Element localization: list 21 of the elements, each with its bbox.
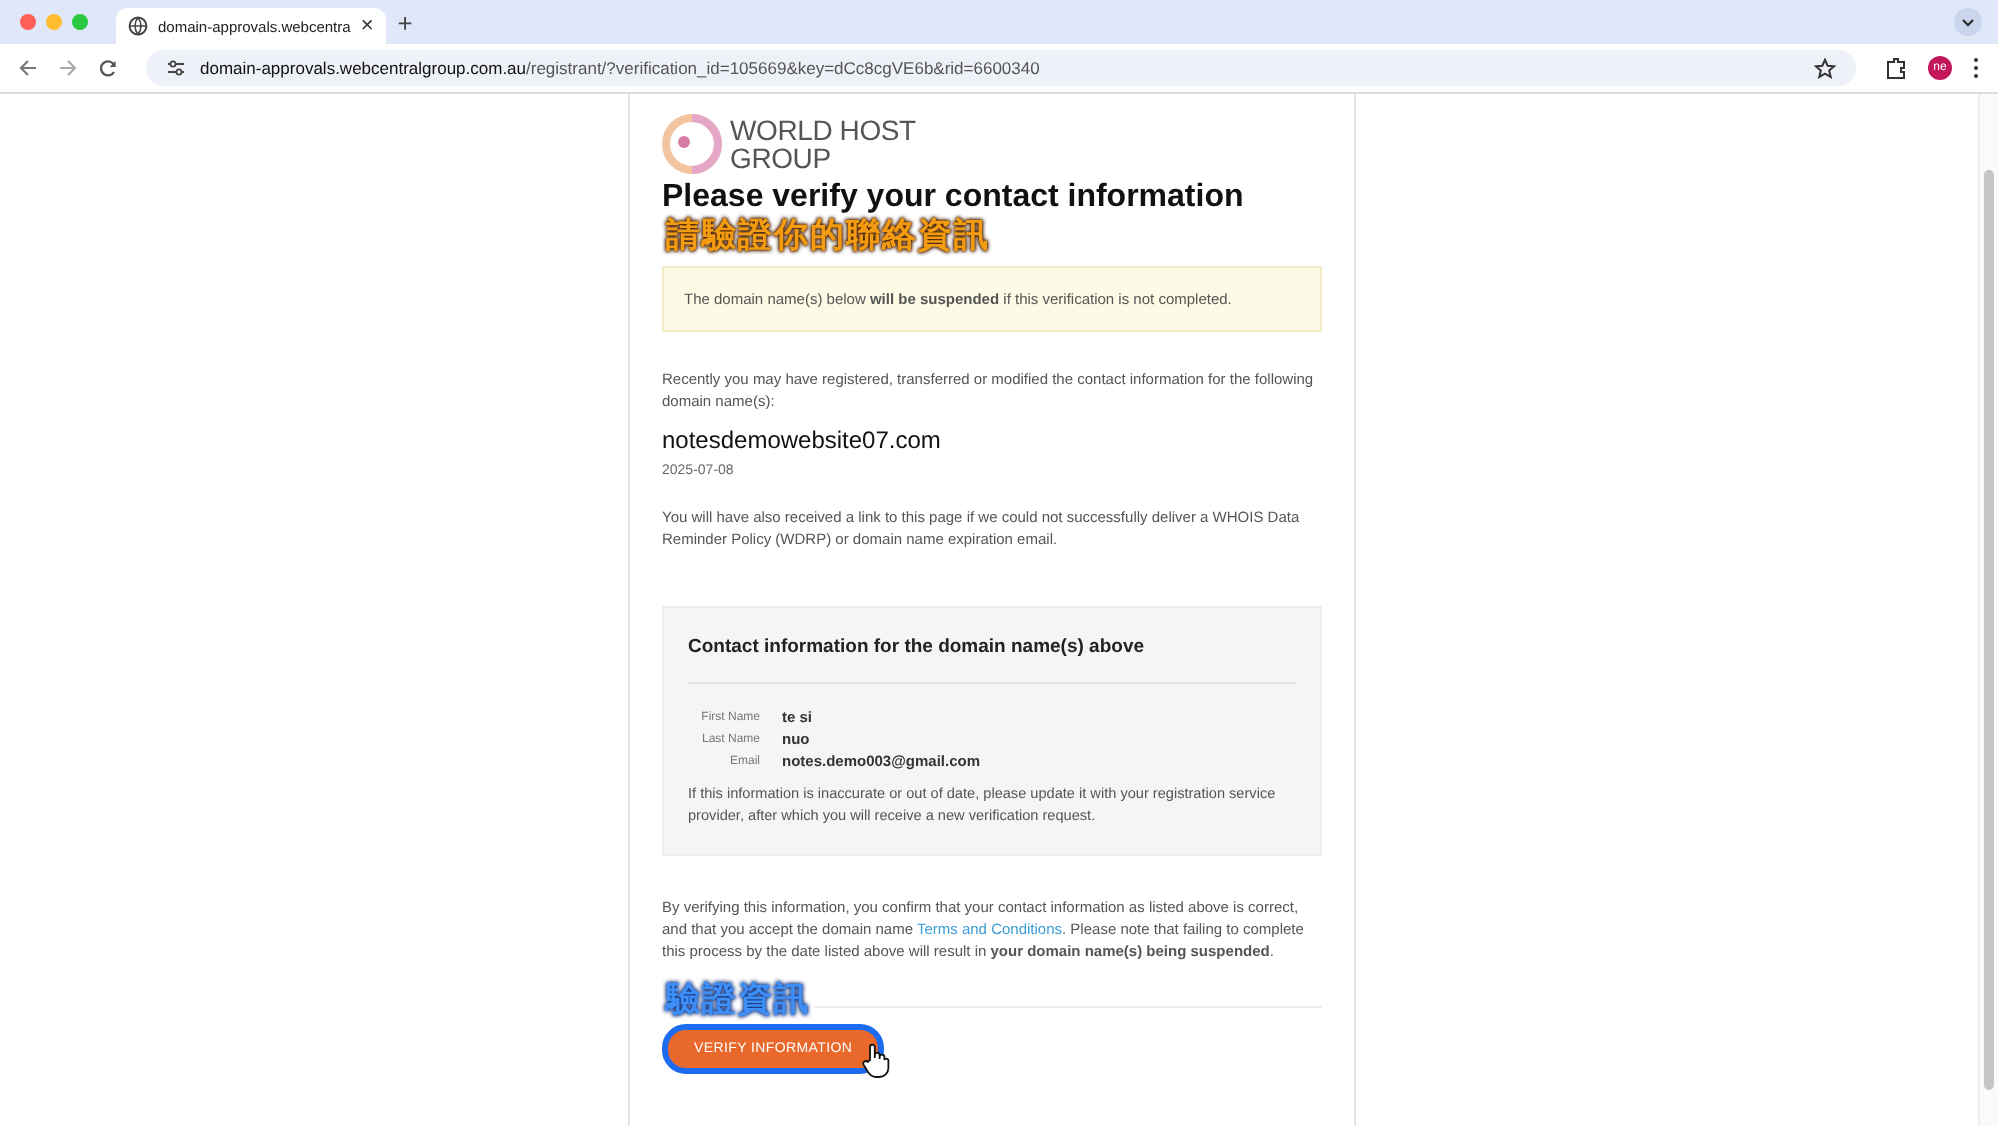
- more-menu-icon[interactable]: [1972, 56, 1980, 80]
- scrollbar-thumb[interactable]: [1984, 170, 1994, 1090]
- tab-search-icon[interactable]: [1954, 8, 1982, 36]
- extensions-icon[interactable]: [1884, 56, 1908, 80]
- new-tab-button[interactable]: +: [397, 9, 413, 35]
- bookmark-star-icon[interactable]: [1814, 57, 1836, 79]
- address-bar[interactable]: domain-approvals.webcentralgroup.com.au/registrant/?verification_id=105669&key=dCc8cgVE6b&rid=6600340: [146, 50, 1856, 86]
- annotation-label: 請驗證你的聯絡資訊: [663, 216, 992, 256]
- logo-text: WORLD HOST GROUP: [730, 116, 916, 172]
- logo-swirl-icon: [662, 114, 722, 174]
- card-title: Contact information for the domain name(s) above: [688, 636, 1296, 684]
- annotation-label: 驗證資訊: [662, 980, 814, 1020]
- page-heading: Please verify your contact information: [662, 180, 1246, 216]
- domain-name: notesdemowebsite07.com: [662, 426, 943, 454]
- globe-icon: [128, 16, 148, 36]
- url-text: domain-approvals.webcentralgroup.com.au/registrant/?verification_id=105669&key=dCc8cgVE6b&rid=6600340: [200, 58, 1040, 78]
- site-settings-icon[interactable]: [166, 58, 186, 78]
- back-icon[interactable]: [18, 58, 38, 78]
- hand-cursor-icon: [862, 1042, 891, 1078]
- reload-icon[interactable]: [98, 58, 118, 78]
- close-tab-button[interactable]: ×: [360, 15, 374, 37]
